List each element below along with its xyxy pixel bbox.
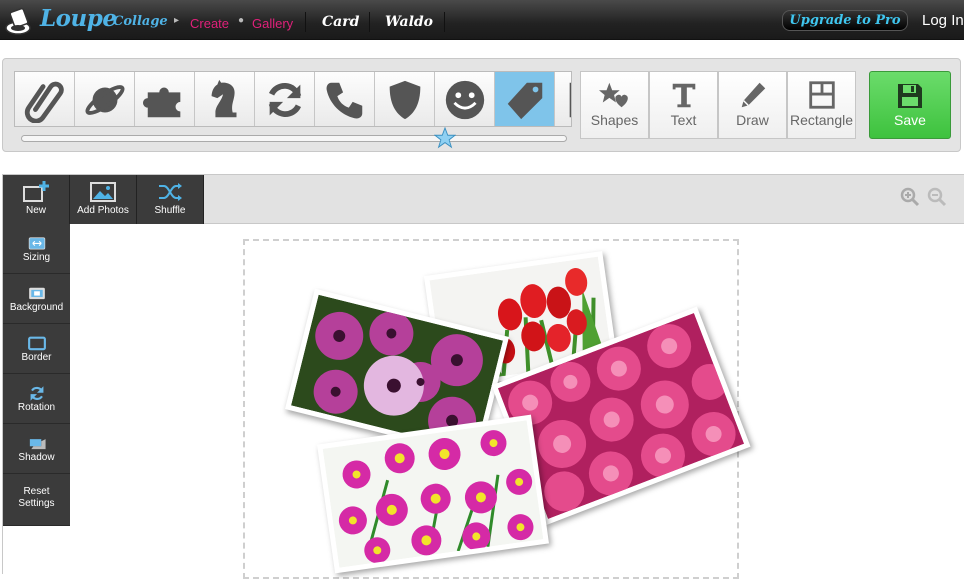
- nav-arrow-icon: ▸: [174, 15, 180, 26]
- brand-name[interactable]: Loupe: [40, 5, 117, 32]
- collage-canvas-area[interactable]: [70, 224, 964, 579]
- nav-divider: [444, 12, 445, 32]
- sizing-label: Sizing: [22, 252, 51, 263]
- shadow-label: Shadow: [18, 452, 55, 463]
- magenta-daisies-image: [322, 420, 544, 568]
- editor-top-bar: New Add Photos Shuffle: [3, 175, 964, 224]
- border-label: Border: [21, 352, 52, 363]
- shadow-icon: [29, 439, 46, 450]
- rotation-button[interactable]: Rotation: [3, 374, 70, 424]
- save-button[interactable]: Save: [869, 71, 951, 139]
- border-icon: [27, 336, 46, 351]
- tag-icon: [507, 82, 542, 120]
- category-planet[interactable]: [75, 72, 135, 126]
- new-layout-icon: [23, 181, 49, 202]
- category-boot[interactable]: [555, 72, 571, 126]
- shuffle-button[interactable]: Shuffle: [137, 175, 204, 224]
- shuffle-label: Shuffle: [154, 205, 186, 216]
- collage-editor: New Add Photos Shuffle Sizing Background…: [2, 174, 964, 579]
- save-label: Save: [894, 112, 926, 128]
- shadow-button[interactable]: Shadow: [3, 424, 70, 474]
- draw-tool-button[interactable]: Draw: [718, 71, 787, 139]
- border-button[interactable]: Border: [3, 324, 70, 374]
- category-phone[interactable]: [315, 72, 375, 126]
- category-scroll-track[interactable]: [21, 135, 567, 142]
- new-collage-button[interactable]: New: [3, 175, 70, 224]
- nav-link-waldo[interactable]: Waldo: [385, 14, 433, 30]
- editing-toolbar: Shapes Text Draw Rectangle Save: [2, 58, 961, 152]
- star-slider-handle-icon[interactable]: [434, 127, 456, 149]
- collage-canvas[interactable]: [243, 239, 751, 579]
- editor-sidebar: Sizing Background Border Rotation Shadow…: [3, 224, 70, 526]
- pencil-icon: [741, 82, 765, 108]
- nav-dot-icon: ●: [238, 15, 245, 26]
- reset-settings-label: Reset Settings: [18, 486, 55, 509]
- shuffle-icon: [159, 183, 182, 201]
- nav-divider: [305, 12, 306, 32]
- nav-link-gallery[interactable]: Gallery: [252, 16, 293, 31]
- shapes-label: Shapes: [590, 112, 639, 128]
- sizing-icon: [28, 237, 45, 250]
- refresh-icon: [268, 83, 301, 117]
- smiley-icon: [445, 80, 484, 120]
- clipart-category-strip: [14, 71, 572, 127]
- category-smiley[interactable]: [435, 72, 495, 126]
- nav-link-create[interactable]: Create: [190, 16, 229, 31]
- nav-link-card[interactable]: Card: [322, 14, 359, 30]
- shapes-icon: [598, 82, 628, 108]
- rotation-icon: [30, 386, 43, 401]
- add-photos-button[interactable]: Add Photos: [70, 175, 137, 224]
- login-link[interactable]: Log In: [922, 12, 964, 29]
- background-icon: [28, 287, 45, 300]
- brand-subname[interactable]: Collage: [113, 14, 168, 29]
- category-refresh[interactable]: [255, 72, 315, 126]
- sizing-button[interactable]: Sizing: [3, 224, 70, 274]
- new-label: New: [25, 205, 46, 216]
- paperclip-icon: [24, 81, 64, 123]
- rotation-label: Rotation: [17, 402, 56, 413]
- add-photos-label: Add Photos: [77, 205, 129, 216]
- top-navigation-bar: Loupe Collage ▸ Create ● Gallery Card Wa…: [0, 0, 964, 40]
- category-tag[interactable]: [495, 72, 555, 126]
- category-paperclip[interactable]: [15, 72, 75, 126]
- planet-icon: [85, 85, 124, 115]
- text-tool-button[interactable]: Text: [649, 71, 718, 139]
- category-shield[interactable]: [375, 72, 435, 126]
- shield-icon: [389, 80, 420, 120]
- zoom-out-icon[interactable]: [927, 187, 947, 207]
- collage-photo-magenta-daisies[interactable]: [317, 414, 549, 574]
- draw-label: Draw: [736, 112, 769, 128]
- image-icon: [90, 182, 116, 202]
- nav-divider: [369, 12, 370, 32]
- shapes-tool-button[interactable]: Shapes: [580, 71, 649, 139]
- text-label: Text: [670, 112, 697, 128]
- rectangle-tool-button[interactable]: Rectangle: [787, 71, 856, 139]
- background-button[interactable]: Background: [3, 274, 70, 324]
- floppy-disk-icon: [898, 84, 922, 108]
- chess-knight-icon: [211, 79, 236, 118]
- text-icon: [672, 83, 695, 108]
- upgrade-to-pro-button[interactable]: Upgrade to Pro: [782, 10, 908, 31]
- zoom-in-icon[interactable]: [900, 187, 920, 207]
- category-puzzle[interactable]: [135, 72, 195, 126]
- phone-icon: [326, 82, 362, 119]
- rectangle-label: Rectangle: [789, 112, 854, 128]
- boot-icon: [569, 82, 571, 118]
- loupe-logo-icon[interactable]: [4, 4, 36, 36]
- rectangle-icon: [808, 81, 835, 109]
- background-label: Background: [9, 302, 64, 313]
- category-chess[interactable]: [195, 72, 255, 126]
- puzzle-icon: [142, 87, 180, 118]
- reset-settings-button[interactable]: Reset Settings: [3, 474, 70, 526]
